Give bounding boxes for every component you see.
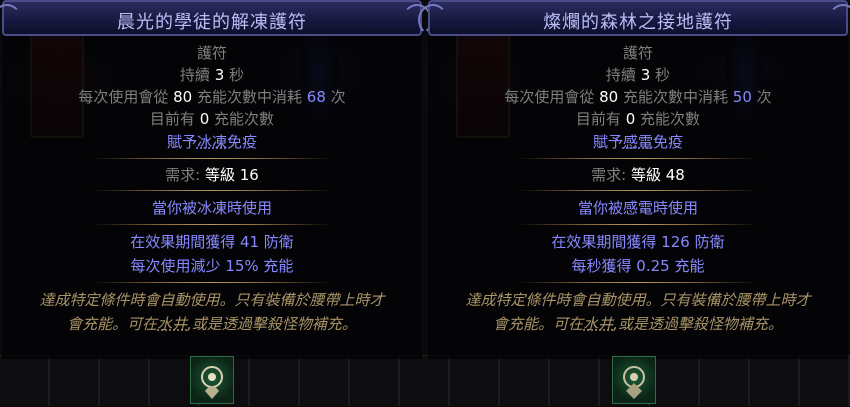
charges-line: 每次使用會從 80 充能次數中消耗 68 次 — [78, 88, 346, 106]
trigger-condition: 當你被冰凍時使用 — [151, 199, 272, 217]
ailment-keyword[interactable]: 冰凍 — [197, 133, 227, 151]
ailment-keyword[interactable]: 感電 — [623, 133, 653, 151]
separator — [2, 186, 422, 196]
grant-immunity: 賦予冰凍免疫 — [166, 133, 258, 151]
flavor-text: 達成特定條件時會自動使用。只有裝備於腰帶上時才 會充能。可在水井,或是透過擊殺怪… — [465, 291, 811, 333]
item-type: 護符 — [196, 44, 227, 62]
belt-slots — [0, 355, 850, 406]
separator — [428, 154, 848, 164]
requirement-line: 需求: 等級 16 — [165, 166, 259, 184]
explicit-mod: 在效果期間獲得 41 防衛 — [130, 233, 294, 251]
item-type: 護符 — [622, 44, 653, 62]
item-title: 晨光的學徒的解凍護符 — [117, 12, 307, 33]
trigger-condition: 當你被感電時使用 — [577, 199, 698, 217]
separator — [2, 278, 422, 288]
item-tooltip-left: 晨光的學徒的解凍護符 護符 持續 3 秒 每次使用會從 80 充能次數中消耗 6… — [0, 0, 432, 359]
tooltip-header: 晨光的學徒的解凍護符 — [0, 0, 432, 36]
requirement-line: 需求: 等級 48 — [591, 166, 685, 184]
explicit-mod: 在效果期間獲得 126 防衛 — [551, 233, 725, 251]
explicit-mod: 每次使用減少 15% 充能 — [130, 257, 294, 275]
well-keyword[interactable]: 水井 — [157, 315, 187, 333]
charm-icon[interactable] — [612, 356, 656, 404]
charm-icon[interactable] — [190, 356, 234, 404]
flavor-text: 達成特定條件時會自動使用。只有裝備於腰帶上時才 會充能。可在水井,或是透過擊殺怪… — [39, 291, 385, 333]
current-charges-line: 目前有 0 充能次數 — [575, 110, 701, 128]
separator — [428, 278, 848, 288]
separator — [428, 220, 848, 230]
separator — [428, 186, 848, 196]
item-tooltip-right: 燦爛的森林之接地護符 護符 持續 3 秒 每次使用會從 80 充能次數中消耗 5… — [418, 0, 850, 359]
separator — [2, 220, 422, 230]
duration-line: 持續 3 秒 — [179, 66, 245, 84]
well-keyword[interactable]: 水井 — [583, 315, 613, 333]
explicit-mod: 每秒獲得 0.25 充能 — [571, 257, 705, 275]
charges-line: 每次使用會從 80 充能次數中消耗 50 次 — [504, 88, 772, 106]
item-title: 燦爛的森林之接地護符 — [543, 12, 733, 33]
duration-line: 持續 3 秒 — [605, 66, 671, 84]
separator — [2, 154, 422, 164]
tooltip-header: 燦爛的森林之接地護符 — [418, 0, 850, 36]
grant-immunity: 賦予感電免疫 — [592, 133, 684, 151]
current-charges-line: 目前有 0 充能次數 — [149, 110, 275, 128]
